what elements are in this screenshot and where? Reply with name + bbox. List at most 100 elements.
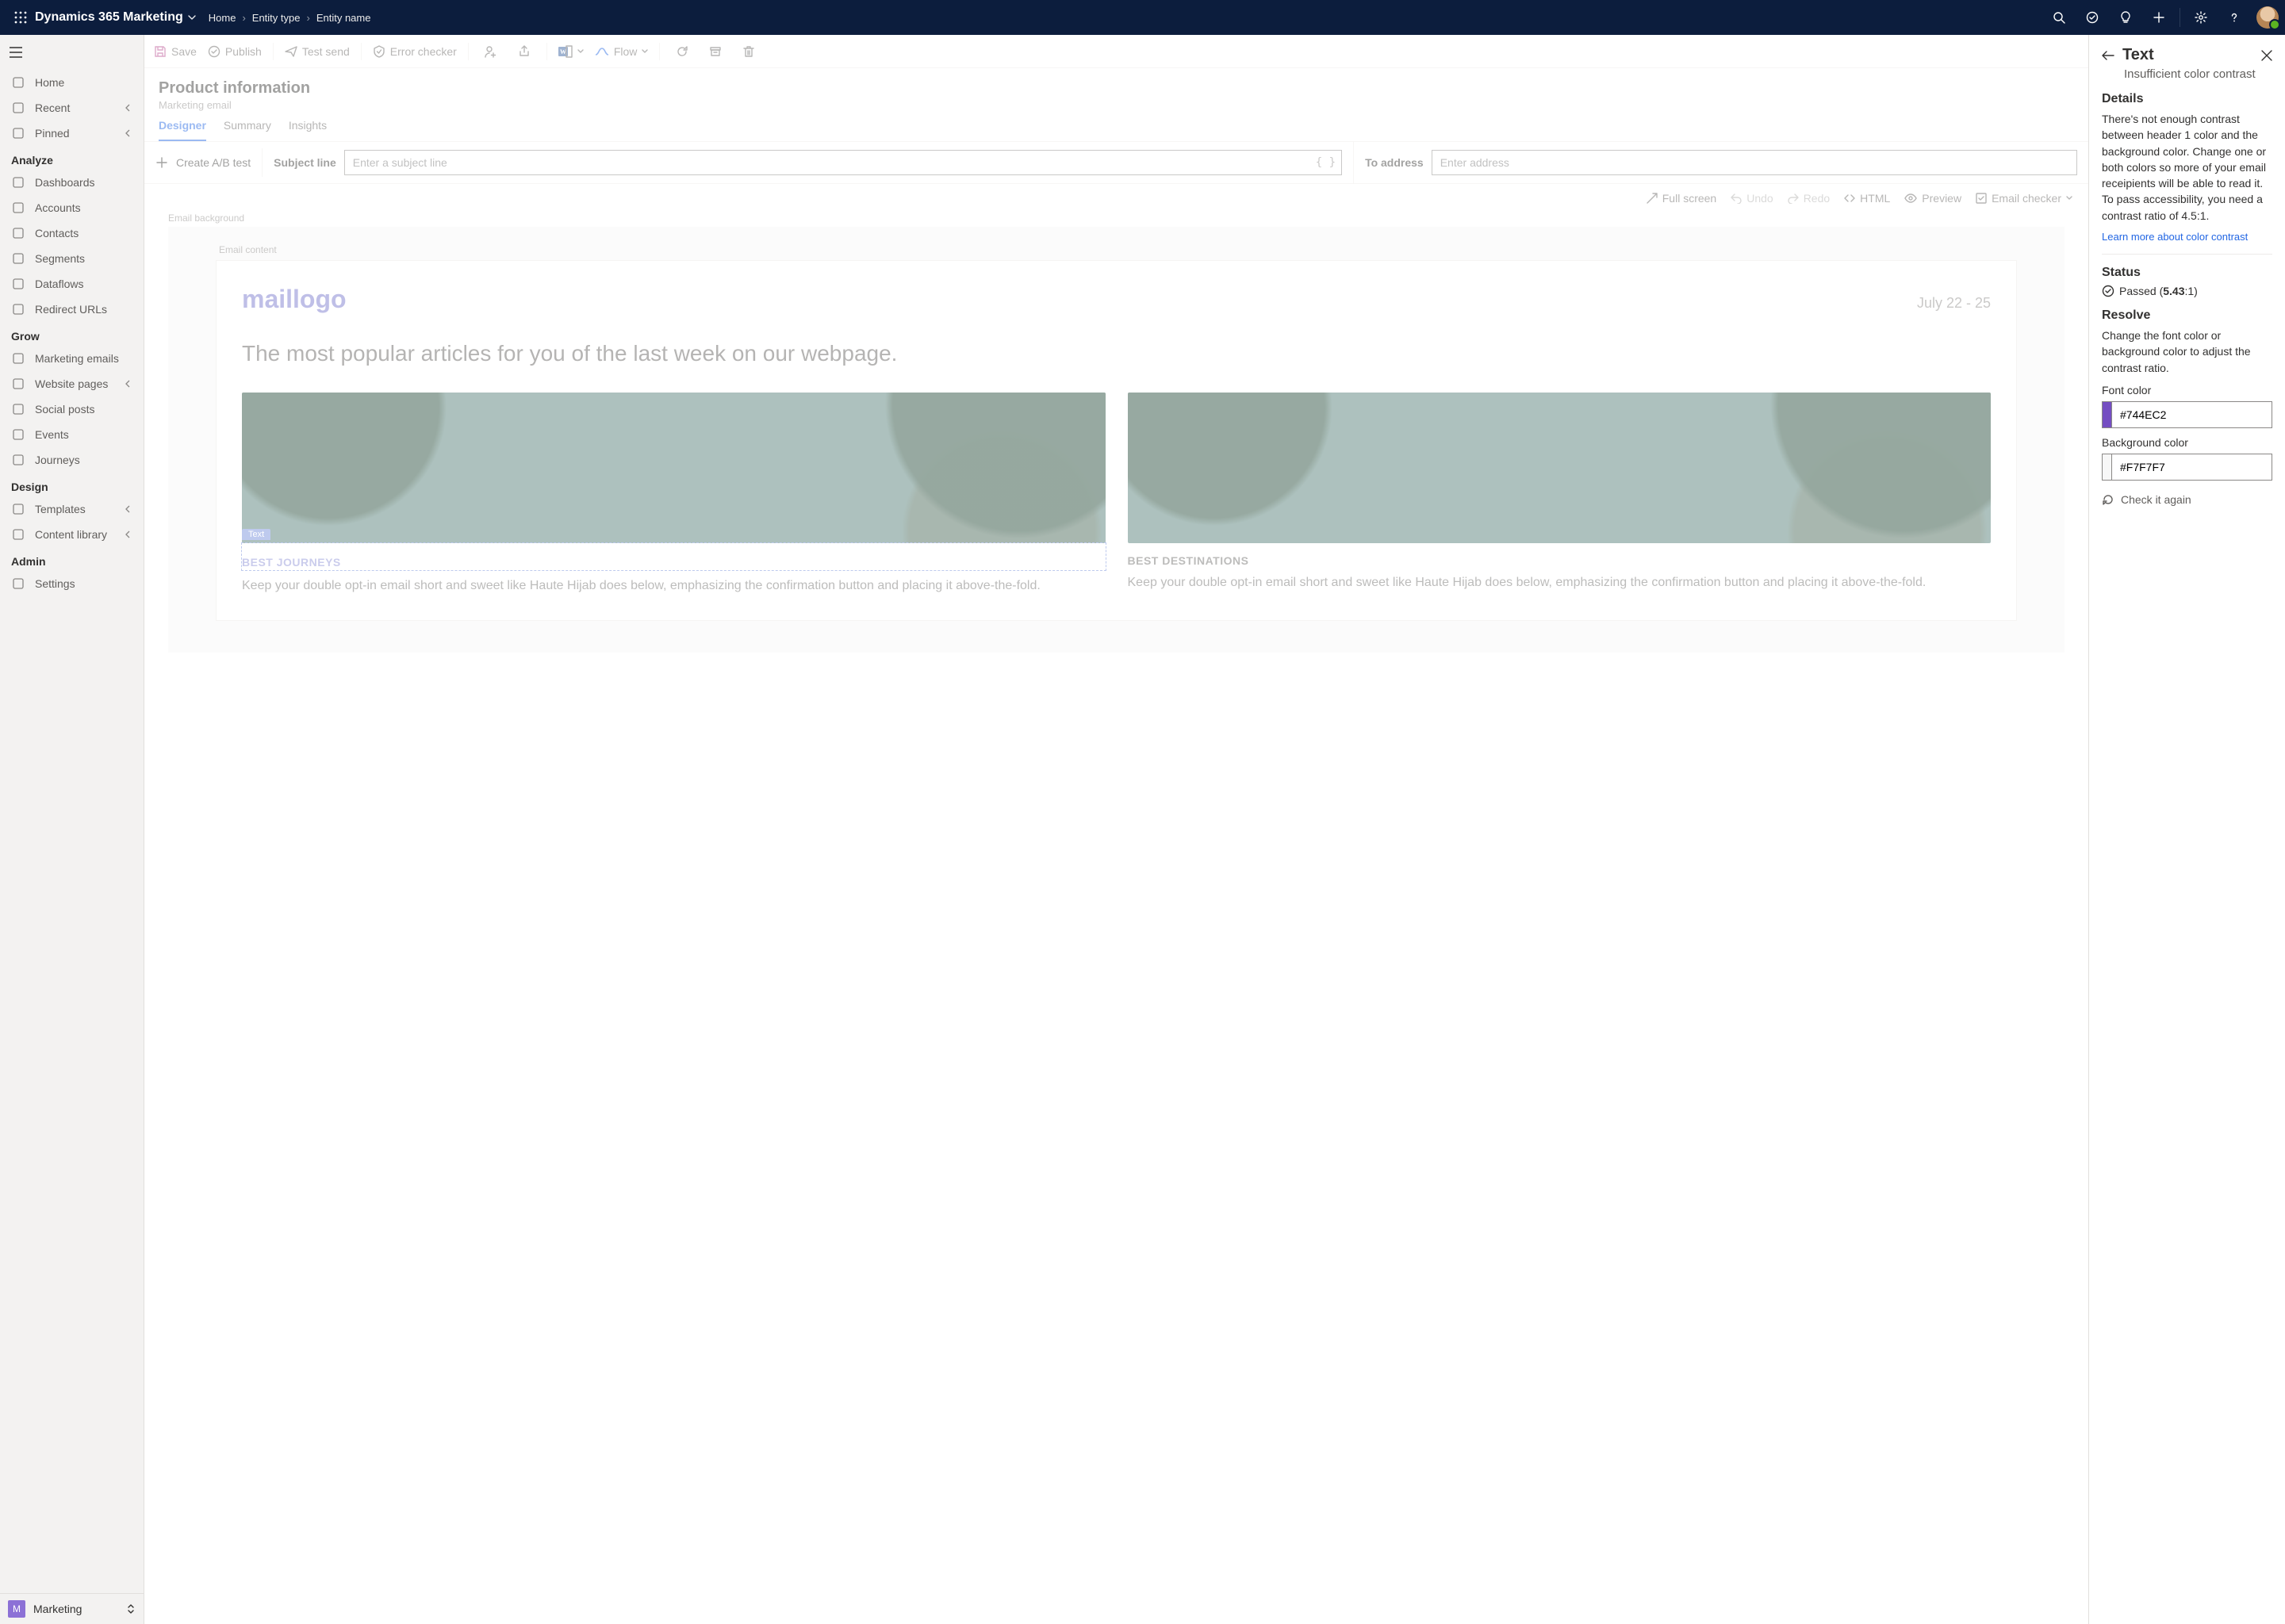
chevron-left-icon <box>125 104 132 112</box>
sidebar-item-content-library[interactable]: Content library <box>0 522 144 547</box>
card-category[interactable]: BEST JOURNEYS <box>242 556 1106 569</box>
top-navbar: Dynamics 365 Marketing Home› Entity type… <box>0 0 2285 35</box>
tab-insights[interactable]: Insights <box>289 119 327 141</box>
sidebar-item-label: Redirect URLs <box>35 303 107 316</box>
email-background[interactable]: Email content maillogo July 22 - 25 The … <box>168 227 2065 653</box>
card-image[interactable] <box>1128 393 1992 543</box>
journey-icon <box>11 454 25 466</box>
close-icon[interactable] <box>2261 50 2272 61</box>
app-launcher-icon[interactable] <box>6 11 35 24</box>
archive-icon[interactable] <box>704 45 727 58</box>
test-send-button[interactable]: Test send <box>285 45 350 58</box>
selected-text-block[interactable]: Text BEST JOURNEYS <box>242 543 1106 570</box>
sidebar-item-dataflows[interactable]: Dataflows <box>0 271 144 297</box>
back-icon[interactable] <box>2102 49 2114 62</box>
chevron-down-icon[interactable] <box>188 13 196 21</box>
learn-more-link[interactable]: Learn more about color contrast <box>2102 231 2248 243</box>
avatar[interactable] <box>2256 6 2279 29</box>
save-button[interactable]: Save <box>154 45 197 58</box>
app-name[interactable]: Dynamics 365 Marketing <box>35 10 183 25</box>
preview-button[interactable]: Preview <box>1904 192 1961 205</box>
sidebar-item-social-posts[interactable]: Social posts <box>0 396 144 422</box>
personalization-icon[interactable]: { } <box>1316 156 1336 169</box>
subject-input[interactable] <box>344 150 1342 175</box>
lightbulb-icon[interactable] <box>2110 0 2141 35</box>
add-icon[interactable] <box>2143 0 2175 35</box>
sidebar-item-pinned[interactable]: Pinned <box>0 121 144 146</box>
delete-icon[interactable] <box>738 45 760 58</box>
email-checker-button[interactable]: Email checker <box>1976 192 2072 205</box>
sidebar-item-dashboards[interactable]: Dashboards <box>0 170 144 195</box>
hamburger-icon[interactable] <box>0 35 144 70</box>
resolve-text: Change the font color or background colo… <box>2102 327 2272 376</box>
sidebar-item-home[interactable]: Home <box>0 70 144 95</box>
sidebar-item-redirect-urls[interactable]: Redirect URLs <box>0 297 144 322</box>
flow-button[interactable]: Flow <box>595 45 649 58</box>
redir-icon <box>11 303 25 316</box>
sidebar-item-contacts[interactable]: Contacts <box>0 220 144 246</box>
bg-color-field[interactable] <box>2102 454 2272 481</box>
refresh-icon[interactable] <box>671 45 693 58</box>
area-label: Marketing <box>33 1603 82 1615</box>
create-ab-test-button[interactable]: Create A/B test <box>144 148 263 177</box>
breadcrumb-item[interactable]: Entity type <box>252 12 301 24</box>
publish-button[interactable]: Publish <box>208 45 262 58</box>
person-icon <box>11 227 25 239</box>
to-input[interactable] <box>1432 150 2077 175</box>
sidebar-item-label: Contacts <box>35 227 79 239</box>
email-logo[interactable]: maillogo <box>242 285 347 314</box>
font-color-input[interactable] <box>2111 402 2272 427</box>
command-bar: Save Publish Test send Error checker W F… <box>144 35 2088 68</box>
font-color-field[interactable] <box>2102 401 2272 428</box>
area-switcher[interactable]: M Marketing <box>0 1593 144 1624</box>
details-heading: Details <box>2102 92 2272 106</box>
help-icon[interactable] <box>2218 0 2250 35</box>
redo-button[interactable]: Redo <box>1788 192 1830 205</box>
check-again-button[interactable]: Check it again <box>2102 493 2272 506</box>
sidebar-item-segments[interactable]: Segments <box>0 246 144 271</box>
tab-designer[interactable]: Designer <box>159 119 206 141</box>
font-color-swatch[interactable] <box>2103 402 2111 427</box>
sidebar-item-events[interactable]: Events <box>0 422 144 447</box>
seg-icon <box>11 252 25 265</box>
error-checker-button[interactable]: Error checker <box>373 45 457 58</box>
sidebar-item-label: Website pages <box>35 377 108 390</box>
tab-summary[interactable]: Summary <box>224 119 271 141</box>
card-desc[interactable]: Keep your double opt-in email short and … <box>242 576 1106 596</box>
tabs: Designer Summary Insights <box>144 111 2088 142</box>
email-bg-label: Email background <box>168 213 2088 224</box>
sidebar-item-templates[interactable]: Templates <box>0 496 144 522</box>
email-content[interactable]: maillogo July 22 - 25 The most popular a… <box>216 260 2017 621</box>
share-icon[interactable] <box>513 45 535 58</box>
sidebar-item-recent[interactable]: Recent <box>0 95 144 121</box>
undo-button[interactable]: Undo <box>1731 192 1773 205</box>
sidebar-item-label: Accounts <box>35 201 81 214</box>
sidebar-item-marketing-emails[interactable]: Marketing emails <box>0 346 144 371</box>
sidebar-item-journeys[interactable]: Journeys <box>0 447 144 473</box>
status-heading: Status <box>2102 266 2272 280</box>
status-badge: Passed (5.43:1) <box>2102 285 2272 297</box>
search-icon[interactable] <box>2043 0 2075 35</box>
sidebar-group-design: Design <box>0 473 144 496</box>
word-template-button[interactable]: W <box>558 45 584 58</box>
html-button[interactable]: HTML <box>1844 192 1890 205</box>
sidebar-item-website-pages[interactable]: Website pages <box>0 371 144 396</box>
email-headline[interactable]: The most popular articles for you of the… <box>242 336 1991 370</box>
sidebar-item-accounts[interactable]: Accounts <box>0 195 144 220</box>
sidebar-group-grow: Grow <box>0 322 144 346</box>
task-icon[interactable] <box>2076 0 2108 35</box>
page-subtitle: Marketing email <box>159 99 2074 111</box>
card-desc[interactable]: Keep your double opt-in email short and … <box>1128 573 1992 593</box>
card-category[interactable]: BEST DESTINATIONS <box>1128 554 1992 567</box>
gear-icon[interactable] <box>2185 0 2217 35</box>
bg-color-input[interactable] <box>2111 454 2272 480</box>
breadcrumb-item[interactable]: Entity name <box>316 12 371 24</box>
email-date[interactable]: July 22 - 25 <box>1917 295 1991 312</box>
card-image[interactable] <box>242 393 1106 543</box>
sidebar-item-settings[interactable]: Settings <box>0 571 144 596</box>
breadcrumb-item[interactable]: Home <box>209 12 236 24</box>
sidebar-item-label: Templates <box>35 503 86 515</box>
assign-icon[interactable] <box>480 45 502 58</box>
full-screen-button[interactable]: Full screen <box>1647 192 1716 205</box>
bg-color-swatch[interactable] <box>2103 454 2111 480</box>
